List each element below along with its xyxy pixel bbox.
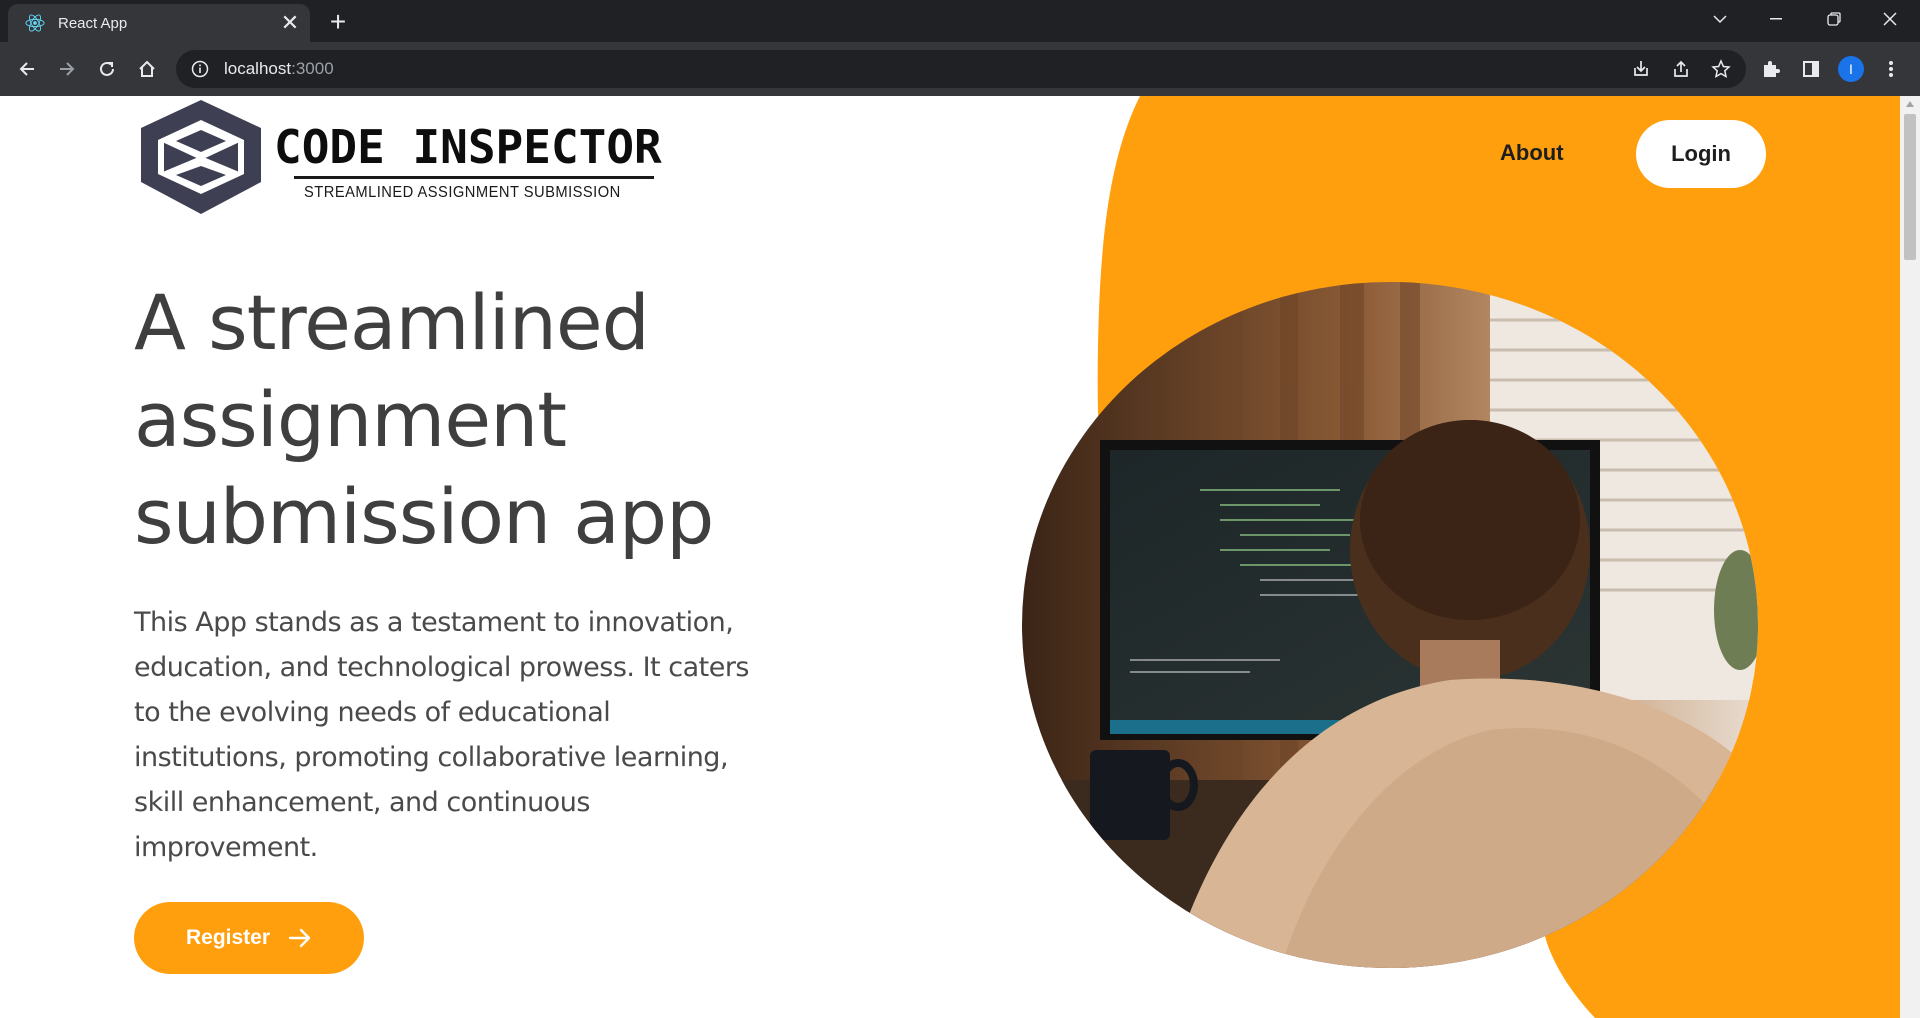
home-icon[interactable] [130,52,164,86]
minimize-icon[interactable] [1748,0,1804,38]
close-icon[interactable]: ✕ [276,9,304,37]
page-viewport: CODE INSPECTOR STREAMLINED ASSIGNMENT SU… [0,96,1900,1018]
reload-icon[interactable] [90,52,124,86]
hero-title: A streamlined assignment submission app [134,278,714,561]
logo-subtitle: STREAMLINED ASSIGNMENT SUBMISSION [304,184,621,201]
logo-title: CODE INSPECTOR [274,120,662,174]
browser-tab[interactable]: React App ✕ [8,4,310,42]
browser-toolbar: localhost:3000 I [0,42,1920,96]
arrow-right-icon [288,928,311,948]
side-panel-icon[interactable] [1794,52,1828,86]
login-button[interactable]: Login [1636,120,1766,188]
menu-icon[interactable] [1874,52,1908,86]
info-icon[interactable] [190,59,210,79]
hero-description: This App stands as a testament to innova… [134,607,749,863]
tab-title: React App [58,14,128,32]
react-icon [24,12,46,34]
register-button-label: Register [185,926,271,949]
forward-icon[interactable] [50,52,84,86]
logo-icon [141,100,261,214]
extensions-icon[interactable] [1754,52,1788,86]
chevron-down-icon[interactable] [1692,0,1748,38]
hero-photo [1022,282,1758,968]
plus-icon[interactable]: + [322,6,354,38]
share-icon[interactable] [1664,52,1698,86]
scrollbar-thumb[interactable] [1904,114,1916,260]
window-close-icon[interactable] [1862,0,1918,38]
back-icon[interactable] [10,52,44,86]
scroll-up-icon[interactable] [1900,96,1920,112]
site-logo[interactable]: CODE INSPECTOR STREAMLINED ASSIGNMENT SU… [136,96,696,216]
logo-divider [294,176,654,179]
tab-strip: React App ✕ + [0,0,1920,42]
vertical-scrollbar[interactable] [1900,96,1920,1018]
nav-about-link[interactable]: About [1500,140,1564,166]
star-icon[interactable] [1704,52,1738,86]
url-text[interactable]: localhost:3000 [224,59,334,79]
address-bar[interactable]: localhost:3000 [176,50,1746,88]
restore-icon[interactable] [1806,0,1862,38]
profile-avatar[interactable]: I [1834,52,1868,86]
install-icon[interactable] [1624,52,1658,86]
register-button[interactable]: Register [134,902,364,974]
